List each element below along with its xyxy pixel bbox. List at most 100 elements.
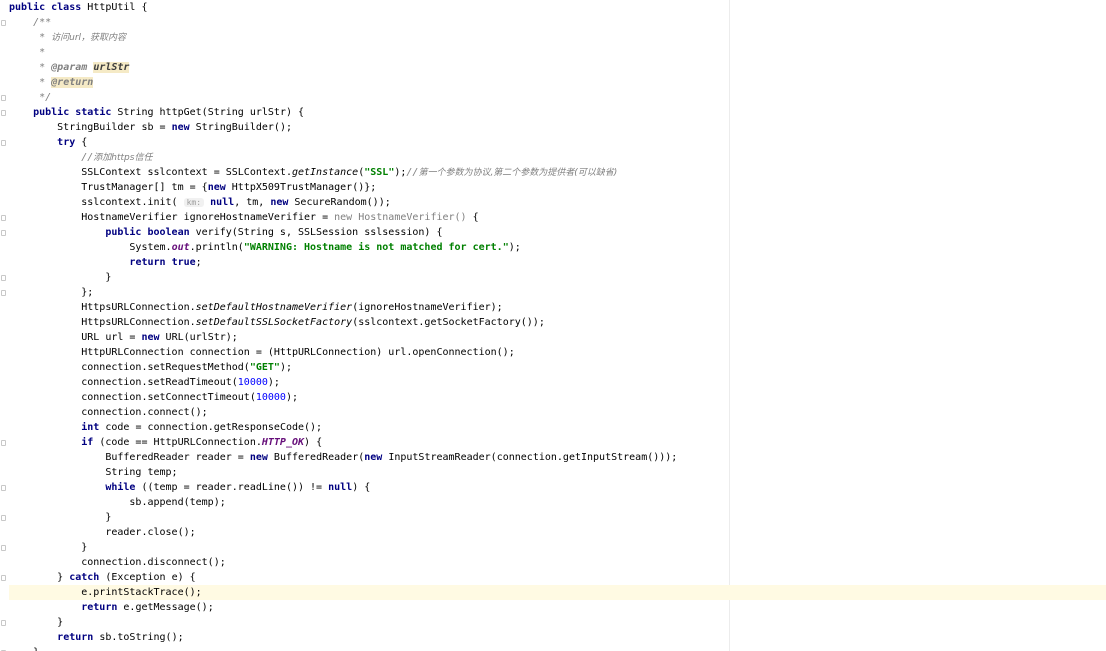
code-token: ); xyxy=(285,392,298,403)
code-line[interactable]: public boolean verify(String s, SSLSessi… xyxy=(9,225,442,240)
code-token: "GET" xyxy=(249,362,280,373)
code-token: new xyxy=(364,452,389,463)
code-token: if xyxy=(81,437,100,448)
fold-marker-catch-start[interactable] xyxy=(1,575,6,581)
code-token: connection.connect(); xyxy=(9,407,208,418)
code-token: HttpsURLConnection. xyxy=(9,302,196,313)
code-token: reader.close(); xyxy=(9,527,196,538)
fold-marker-verify-start[interactable] xyxy=(1,230,6,236)
code-token: { xyxy=(472,212,479,223)
code-token: System. xyxy=(9,242,172,253)
fold-marker-while-end[interactable] xyxy=(1,515,6,521)
fold-marker-if-end[interactable] xyxy=(1,545,6,551)
code-line[interactable]: reader.close(); xyxy=(9,525,196,540)
code-line[interactable]: }; xyxy=(9,285,93,300)
code-line[interactable]: public static String httpGet(String urlS… xyxy=(9,105,304,120)
code-token: * xyxy=(9,62,52,73)
code-line[interactable]: connection.disconnect(); xyxy=(9,555,226,570)
code-line[interactable]: } xyxy=(9,615,63,630)
right-margin-guide xyxy=(729,0,730,651)
code-token: "SSL" xyxy=(364,167,395,178)
code-token: HttpsURLConnection. xyxy=(9,317,196,328)
code-line[interactable]: } xyxy=(9,540,87,555)
code-token: // xyxy=(406,167,419,178)
code-line[interactable]: /** xyxy=(9,15,51,30)
code-line[interactable]: int code = connection.getResponseCode(); xyxy=(9,420,322,435)
code-editor[interactable]: public class HttpUtil { /** * 访问url，获取内容… xyxy=(0,0,1106,651)
code-token: 添加https信任 xyxy=(93,153,153,163)
code-token: ); xyxy=(279,362,292,373)
code-token: "WARNING: Hostname is not matched for ce… xyxy=(243,242,509,253)
code-line[interactable]: StringBuilder sb = new StringBuilder(); xyxy=(9,120,292,135)
fold-marker-while-start[interactable] xyxy=(1,485,6,491)
fold-marker-if-start[interactable] xyxy=(1,440,6,446)
code-line[interactable]: HostnameVerifier ignoreHostnameVerifier … xyxy=(9,210,479,225)
code-line[interactable]: * @param urlStr xyxy=(9,60,130,75)
code-line[interactable]: connection.setConnectTimeout(10000); xyxy=(9,390,298,405)
fold-marker-catch-end[interactable] xyxy=(1,620,6,626)
code-line[interactable]: BufferedReader reader = new BufferedRead… xyxy=(9,450,677,465)
code-line[interactable]: if (code == HttpURLConnection.HTTP_OK) { xyxy=(9,435,322,450)
code-line[interactable]: connection.connect(); xyxy=(9,405,208,420)
fold-marker-javadoc-end[interactable] xyxy=(1,95,6,101)
code-line[interactable]: connection.setRequestMethod("GET"); xyxy=(9,360,292,375)
code-token: InputStreamReader(connection.getInputStr… xyxy=(388,452,678,463)
code-token: while xyxy=(105,482,142,493)
code-line[interactable]: } xyxy=(9,270,111,285)
code-line[interactable]: while ((temp = reader.readLine()) != nul… xyxy=(9,480,370,495)
code-line[interactable]: HttpsURLConnection.setDefaultSSLSocketFa… xyxy=(9,315,545,330)
code-line[interactable]: //添加https信任 xyxy=(9,150,152,165)
code-line[interactable]: HttpsURLConnection.setDefaultHostnameVer… xyxy=(9,300,502,315)
code-token: return xyxy=(81,602,124,613)
code-token: connection.disconnect(); xyxy=(9,557,226,568)
code-token: @return xyxy=(51,77,94,88)
code-line[interactable]: sslcontext.init( km: null, tm, new Secur… xyxy=(9,195,391,210)
fold-marker-anonymous-class-end[interactable] xyxy=(1,290,6,296)
code-line[interactable]: sb.append(temp); xyxy=(9,495,225,510)
code-line[interactable]: } catch (Exception e) { xyxy=(9,570,196,585)
code-line[interactable]: } xyxy=(9,510,111,525)
code-line[interactable]: return e.getMessage(); xyxy=(9,600,213,615)
code-line[interactable]: try { xyxy=(9,135,87,150)
code-token: sb.toString(); xyxy=(99,632,184,643)
editor-gutter[interactable] xyxy=(0,0,9,651)
code-token: SecureRandom()); xyxy=(294,197,391,208)
fold-marker-anonymous-class-start[interactable] xyxy=(1,215,6,221)
code-token: ((temp = reader.readLine()) != xyxy=(141,482,329,493)
code-token: StringBuilder(); xyxy=(195,122,292,133)
code-line[interactable]: * @return xyxy=(9,75,94,90)
code-token: * xyxy=(9,47,46,58)
code-line[interactable]: HttpURLConnection connection = (HttpURLC… xyxy=(9,345,515,360)
code-token: (code == HttpURLConnection. xyxy=(99,437,262,448)
code-line[interactable]: connection.setReadTimeout(10000); xyxy=(9,375,280,390)
code-line[interactable]: return true; xyxy=(9,255,201,270)
code-line[interactable]: * 访问url，获取内容 xyxy=(9,30,126,45)
code-token: HTTP_OK xyxy=(261,437,305,448)
code-line[interactable]: URL url = new URL(urlStr); xyxy=(9,330,238,345)
code-line[interactable]: return sb.toString(); xyxy=(9,630,184,645)
code-token: sslcontext.init( xyxy=(9,197,184,208)
fold-marker-method-start[interactable] xyxy=(1,110,6,116)
code-token: TrustManager[] tm = { xyxy=(9,182,208,193)
code-token: HttpX509TrustManager()}; xyxy=(231,182,377,193)
code-line[interactable]: TrustManager[] tm = {new HttpX509TrustMa… xyxy=(9,180,376,195)
code-line[interactable]: String temp; xyxy=(9,465,177,480)
code-token: URL(urlStr); xyxy=(165,332,238,343)
code-line[interactable]: * xyxy=(9,45,45,60)
code-line[interactable]: public class HttpUtil { xyxy=(9,0,148,15)
fold-marker-javadoc-start[interactable] xyxy=(1,20,6,26)
code-token: (sslcontext.getSocketFactory()); xyxy=(352,317,545,328)
code-line[interactable]: } xyxy=(9,645,39,651)
fold-marker-verify-end[interactable] xyxy=(1,275,6,281)
code-line-current[interactable]: e.printStackTrace(); xyxy=(9,585,1106,600)
code-line[interactable]: System.out.println("WARNING: Hostname is… xyxy=(9,240,520,255)
code-line[interactable]: */ xyxy=(9,90,51,105)
code-token: catch xyxy=(69,572,106,583)
code-token: new HostnameVerifier() xyxy=(334,212,473,223)
fold-marker-try-start[interactable] xyxy=(1,140,6,146)
code-token: StringBuilder sb = xyxy=(9,122,172,133)
code-line[interactable]: SSLContext sslcontext = SSLContext.getIn… xyxy=(9,165,617,180)
